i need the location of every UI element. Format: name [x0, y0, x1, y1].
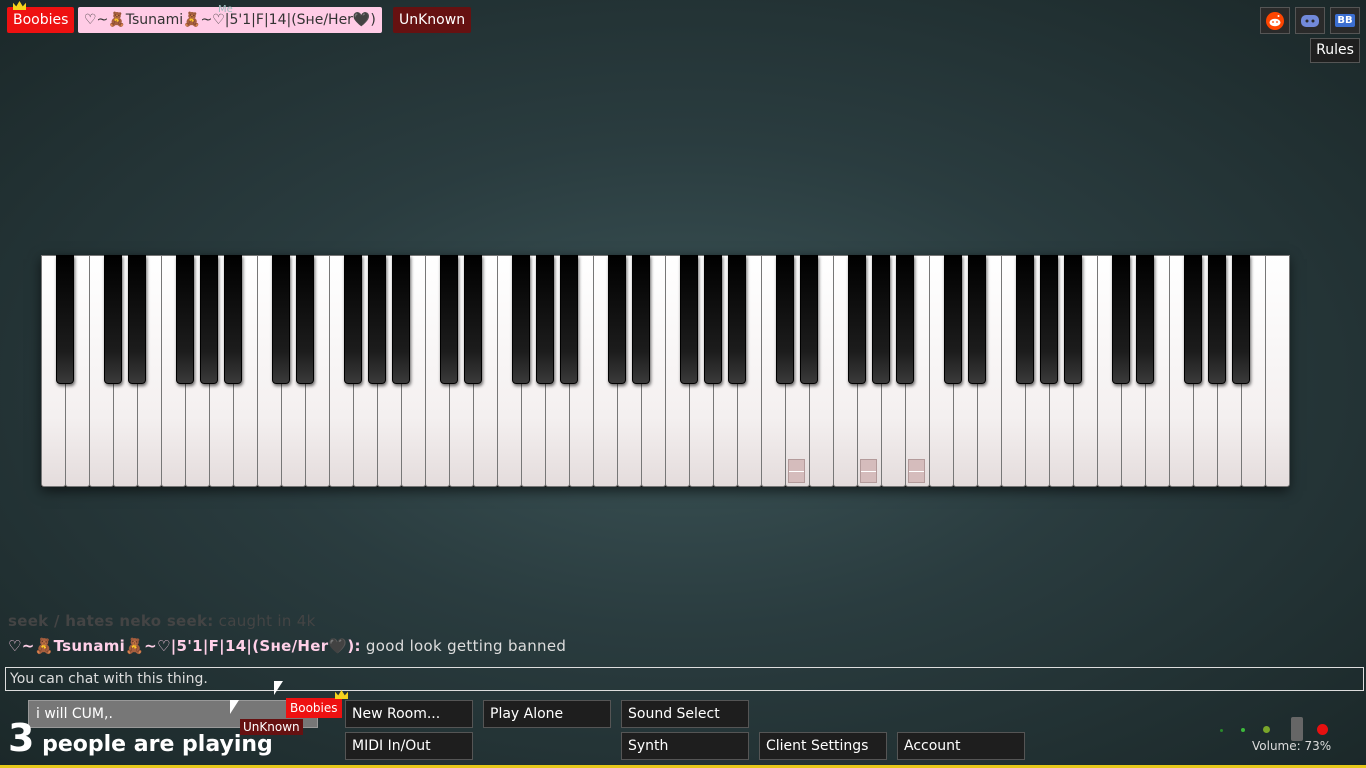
piano-black-key[interactable] — [1232, 255, 1250, 384]
reddit-icon[interactable] — [1260, 7, 1290, 34]
piano-black-key[interactable] — [1208, 255, 1226, 384]
cursor-icon — [230, 700, 239, 714]
piano-black-key[interactable] — [560, 255, 578, 384]
piano-black-key[interactable] — [776, 255, 794, 384]
crown-icon — [335, 690, 348, 699]
cursor-tag-name: Boobies — [290, 701, 338, 715]
volume-handle[interactable] — [1291, 717, 1303, 741]
account-button[interactable]: Account — [897, 732, 1025, 760]
chat-author: seek / hates neko seek: — [8, 612, 214, 630]
piano-black-key[interactable] — [1112, 255, 1130, 384]
participant-name: Boobies — [13, 12, 69, 28]
piano-black-key[interactable] — [800, 255, 818, 384]
rules-button[interactable]: Rules — [1310, 38, 1360, 63]
me-label: Me — [218, 4, 233, 15]
piano-black-key[interactable] — [1040, 255, 1058, 384]
synth-button[interactable]: Synth — [621, 732, 749, 760]
cursor-tag: UnKnown — [240, 719, 303, 735]
volume-dot — [1220, 729, 1223, 732]
client-settings-button[interactable]: Client Settings — [759, 732, 887, 760]
new-room-button[interactable]: New Room... — [345, 700, 473, 728]
people-count-number: 3 — [8, 716, 35, 760]
piano-white-key[interactable] — [1265, 255, 1290, 487]
piano-black-key[interactable] — [608, 255, 626, 384]
piano-black-key[interactable] — [968, 255, 986, 384]
piano-black-key[interactable] — [1184, 255, 1202, 384]
people-count-label: people are playing — [34, 732, 273, 757]
discord-icon[interactable] — [1295, 7, 1325, 34]
piano-black-key[interactable] — [224, 255, 242, 384]
chat-message: ♡~🧸Tsunami🧸~♡|5'1|F|14|(Sнe/Her🖤): good … — [8, 637, 566, 655]
piano-black-key[interactable] — [536, 255, 554, 384]
piano-black-key[interactable] — [56, 255, 74, 384]
piano-black-key[interactable] — [848, 255, 866, 384]
participant-tag-owner[interactable]: Boobies — [7, 7, 75, 33]
piano-black-key[interactable] — [1136, 255, 1154, 384]
piano-black-key[interactable] — [296, 255, 314, 384]
piano-black-key[interactable] — [368, 255, 386, 384]
piano-black-key[interactable] — [944, 255, 962, 384]
piano-black-key[interactable] — [176, 255, 194, 384]
piano-black-key[interactable] — [728, 255, 746, 384]
cursor-icon — [274, 681, 283, 695]
play-alone-button[interactable]: Play Alone — [483, 700, 611, 728]
sound-select-button[interactable]: Sound Select — [621, 700, 749, 728]
piano-black-key[interactable] — [872, 255, 890, 384]
participant-name: UnKnown — [399, 12, 466, 28]
piano-black-key[interactable] — [512, 255, 530, 384]
crown-icon — [13, 1, 26, 10]
piano-black-key[interactable] — [272, 255, 290, 384]
cursor-tag: Boobies — [286, 698, 342, 718]
volume-dot — [1241, 728, 1245, 732]
volume-dot — [1317, 724, 1328, 735]
chat-author: ♡~🧸Tsunami🧸~♡|5'1|F|14|(Sнe/Her🖤): — [8, 637, 361, 655]
bb-icon[interactable]: BB — [1330, 7, 1360, 34]
piano-black-key[interactable] — [440, 255, 458, 384]
piano-black-key[interactable] — [392, 255, 410, 384]
piano-black-key[interactable] — [464, 255, 482, 384]
key-note-marker — [860, 459, 877, 483]
piano-black-key[interactable] — [704, 255, 722, 384]
participant-tag[interactable]: UnKnown — [393, 7, 472, 33]
piano-black-key[interactable] — [632, 255, 650, 384]
cursor-tag-name: UnKnown — [243, 720, 300, 734]
piano-black-key[interactable] — [128, 255, 146, 384]
volume-dot — [1263, 726, 1270, 733]
piano-black-key[interactable] — [104, 255, 122, 384]
chat-text: good look getting banned — [365, 637, 567, 655]
midi-button[interactable]: MIDI In/Out — [345, 732, 473, 760]
key-note-marker — [908, 459, 925, 483]
people-count: 3 people are playing — [8, 716, 273, 760]
chat-input[interactable]: You can chat with this thing. — [5, 667, 1364, 691]
piano-black-key[interactable] — [680, 255, 698, 384]
chat-text: caught in 4k — [218, 612, 316, 630]
piano-keyboard[interactable] — [41, 255, 1290, 487]
bb-icon-label: BB — [1335, 14, 1355, 27]
key-note-marker — [788, 459, 805, 483]
piano-black-key[interactable] — [344, 255, 362, 384]
chat-message: seek / hates neko seek: caught in 4k — [8, 612, 316, 630]
volume-label: Volume: 73% — [1252, 739, 1332, 753]
piano-black-key[interactable] — [1064, 255, 1082, 384]
piano-black-key[interactable] — [1016, 255, 1034, 384]
piano-black-key[interactable] — [200, 255, 218, 384]
chat-input-placeholder: You can chat with this thing. — [10, 671, 208, 687]
piano-black-key[interactable] — [896, 255, 914, 384]
